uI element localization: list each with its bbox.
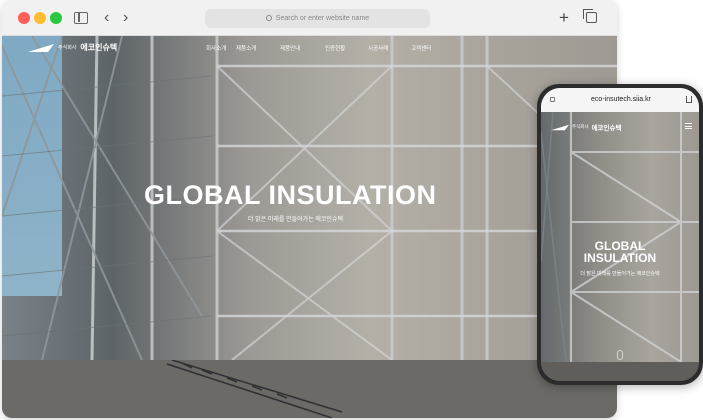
hero-subtitle: 더 밝은 미래를 만들어가는 에코인슈텍 [248,217,343,223]
zoom-window-button[interactable] [50,12,62,24]
nav-item[interactable]: 고객센터 [411,44,431,52]
share-icon[interactable] [686,96,692,103]
mobile-site-logo[interactable]: 주식회사 에코인슈텍 [551,122,621,132]
mobile-hero-subtitle: 더 밝은 미래를 만들어가는 에코인슈텍 [580,271,660,277]
sidebar-toggle-icon[interactable] [74,12,88,24]
logo-mark-icon [551,124,569,130]
lock-icon [550,97,555,102]
logo-name: 에코인슈텍 [80,43,118,52]
logo-name: 에코인슈텍 [591,125,622,132]
mobile-hero-title: GLOBAL INSULATION [541,240,699,264]
mobile-url: eco-insutech.siia.kr [591,96,651,103]
forward-arrow-icon[interactable]: › [123,10,128,26]
nav-item[interactable]: 제품안내 [280,44,300,52]
mobile-hero-section: 주식회사 에코인슈텍 GLOBAL INSULATION 더 밝은 미래를 만들… [541,112,699,362]
hero-title: GLOBAL INSULATION [144,180,437,210]
minimize-window-button[interactable] [34,12,46,24]
search-icon [265,15,272,21]
mobile-device: eco-insutech.siia.kr 주식회사 에코인슈텍 GLOBAL I… [537,84,703,385]
tab-overview-icon[interactable] [583,9,597,23]
new-tab-icon[interactable]: + [559,9,569,26]
address-bar-placeholder: Search or enter website name [275,15,370,22]
browser-toolbar: ‹ › Search or enter website name + [2,0,617,36]
logo-prefix: 주식회사 [572,124,589,129]
desktop-browser-window: ‹ › Search or enter website name + 주식회사 … [2,0,617,418]
mobile-next-section [541,362,699,381]
mobile-address-bar[interactable]: eco-insutech.siia.kr [541,88,699,112]
next-section-preview [2,360,617,418]
nav-item[interactable]: 시공사례 [368,44,388,52]
nav-item[interactable]: 제품소개 [236,44,256,52]
main-nav: 회사소개 제품소개 제품안내 인증현황 시공사례 고객센터 [206,44,436,54]
nav-item[interactable]: 회사소개 [206,44,226,52]
mobile-screen: eco-insutech.siia.kr 주식회사 에코인슈텍 GLOBAL I… [541,88,699,381]
mobile-scaffolding-image [541,112,699,362]
back-arrow-icon[interactable]: ‹ [104,10,109,26]
site-logo[interactable]: 주식회사 에코인슈텍 [28,42,117,53]
logo-mark-icon [28,43,54,52]
hamburger-menu-icon[interactable] [685,123,692,129]
close-window-button[interactable] [18,12,30,24]
nav-item[interactable]: 인증현황 [325,44,345,52]
hero-section: 주식회사 에코인슈텍 회사소개 제품소개 제품안내 인증현황 시공사례 고객센터… [2,36,617,360]
scroll-indicator-icon [617,350,623,360]
mobile-hero-title-line2: INSULATION [583,251,657,265]
webpage-viewport: 주식회사 에코인슈텍 회사소개 제품소개 제품안내 인증현황 시공사례 고객센터… [2,36,617,418]
logo-prefix: 주식회사 [58,45,77,51]
crane-image [166,360,343,418]
address-bar[interactable]: Search or enter website name [205,9,430,28]
mockup-stage: ‹ › Search or enter website name + 주식회사 … [0,0,703,420]
